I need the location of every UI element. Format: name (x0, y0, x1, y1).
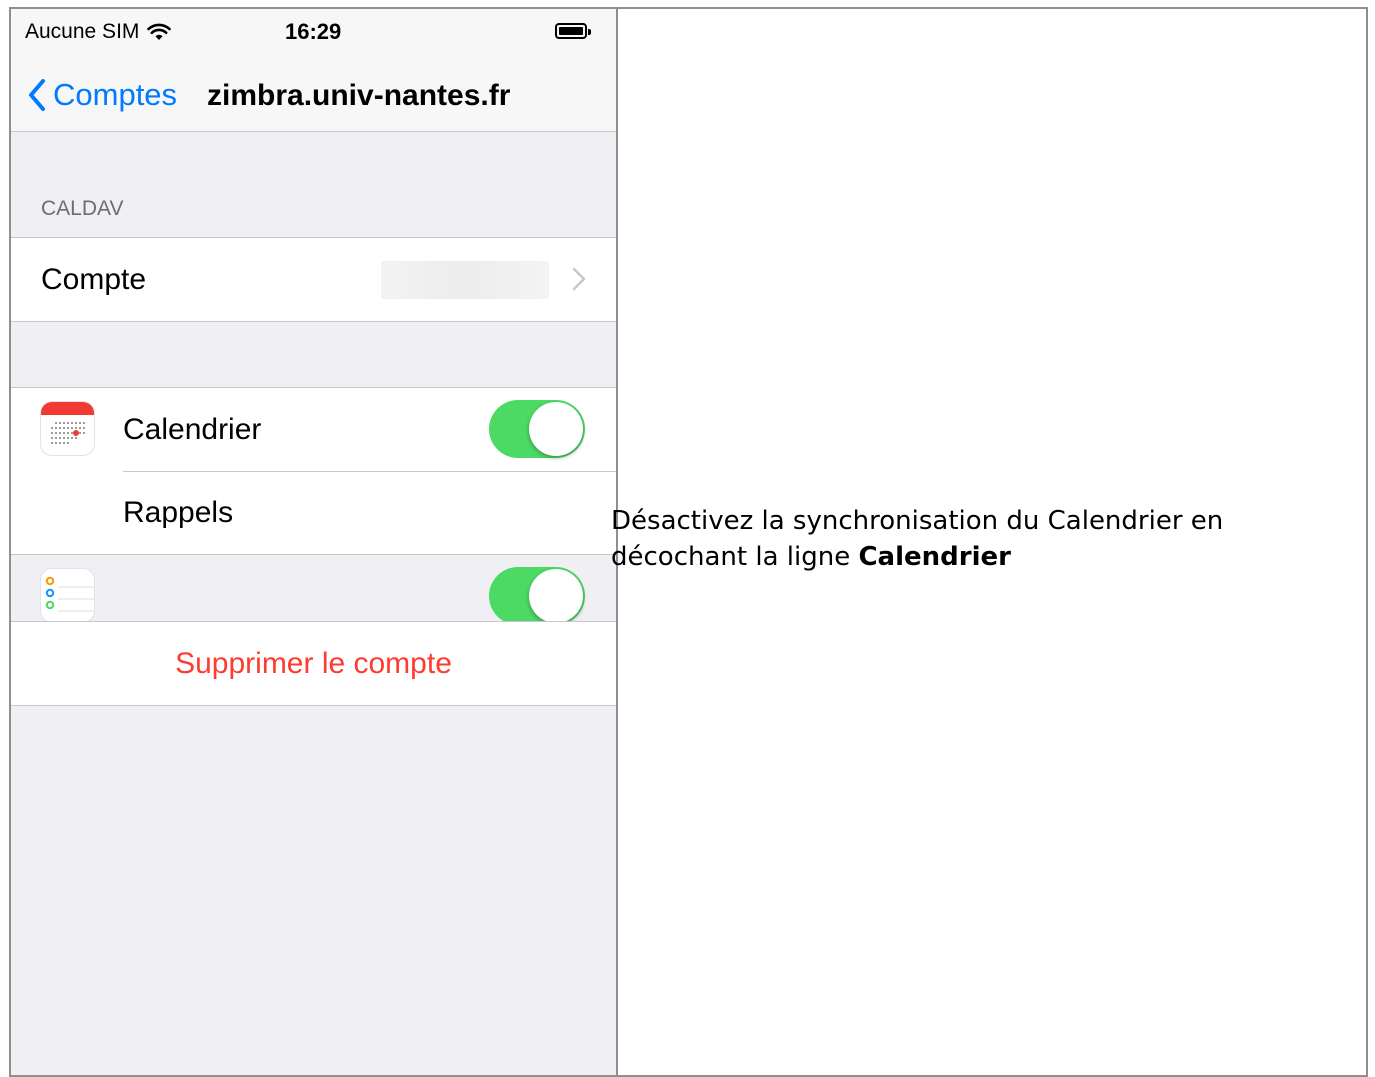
service-label-reminders: Rappels (123, 495, 234, 529)
instruction-emphasis: Calendrier (858, 542, 1011, 572)
phone-screenshot: Aucune SIM 16:29 Comptes zimbra.univ-nan… (11, 9, 618, 1075)
carrier-label: Aucune SIM (25, 20, 140, 43)
back-button[interactable]: Comptes (27, 77, 177, 113)
delete-account-row[interactable]: Supprimer le compte (11, 622, 616, 705)
back-button-label: Comptes (53, 77, 178, 112)
wifi-icon (147, 23, 172, 40)
page-title: zimbra.univ-nantes.fr (207, 79, 511, 112)
account-row[interactable]: Compte (11, 238, 616, 321)
delete-group: Supprimer le compte (11, 621, 616, 706)
toggle-knob (529, 569, 583, 623)
navigation-bar: Comptes zimbra.univ-nantes.fr (11, 55, 616, 132)
carrier-area: Aucune SIM (25, 20, 172, 44)
account-group: Compte (11, 237, 616, 322)
instruction-text: Désactivez la synchronisation du Calendr… (611, 503, 1311, 575)
clock: 16:29 (285, 19, 342, 44)
services-group: Calendrier Rappels (11, 387, 616, 625)
account-value-redacted (381, 261, 549, 299)
service-row-calendar[interactable]: Calendrier (11, 388, 616, 471)
reminders-icon (40, 568, 95, 623)
calendar-icon (40, 401, 95, 456)
status-bar: Aucune SIM 16:29 (11, 9, 616, 55)
chevron-left-icon (29, 79, 45, 111)
service-label-calendar: Calendrier (123, 412, 262, 446)
calendar-toggle[interactable] (489, 400, 585, 458)
service-row-reminders[interactable]: Rappels (11, 471, 616, 625)
chevron-right-icon (572, 267, 586, 291)
reminders-toggle[interactable] (489, 567, 585, 625)
battery-icon (555, 23, 591, 39)
account-row-label: Compte (41, 262, 147, 296)
toggle-knob (529, 402, 583, 456)
delete-account-button[interactable]: Supprimer le compte (11, 647, 616, 681)
section-header-caldav: CALDAV (41, 197, 124, 220)
